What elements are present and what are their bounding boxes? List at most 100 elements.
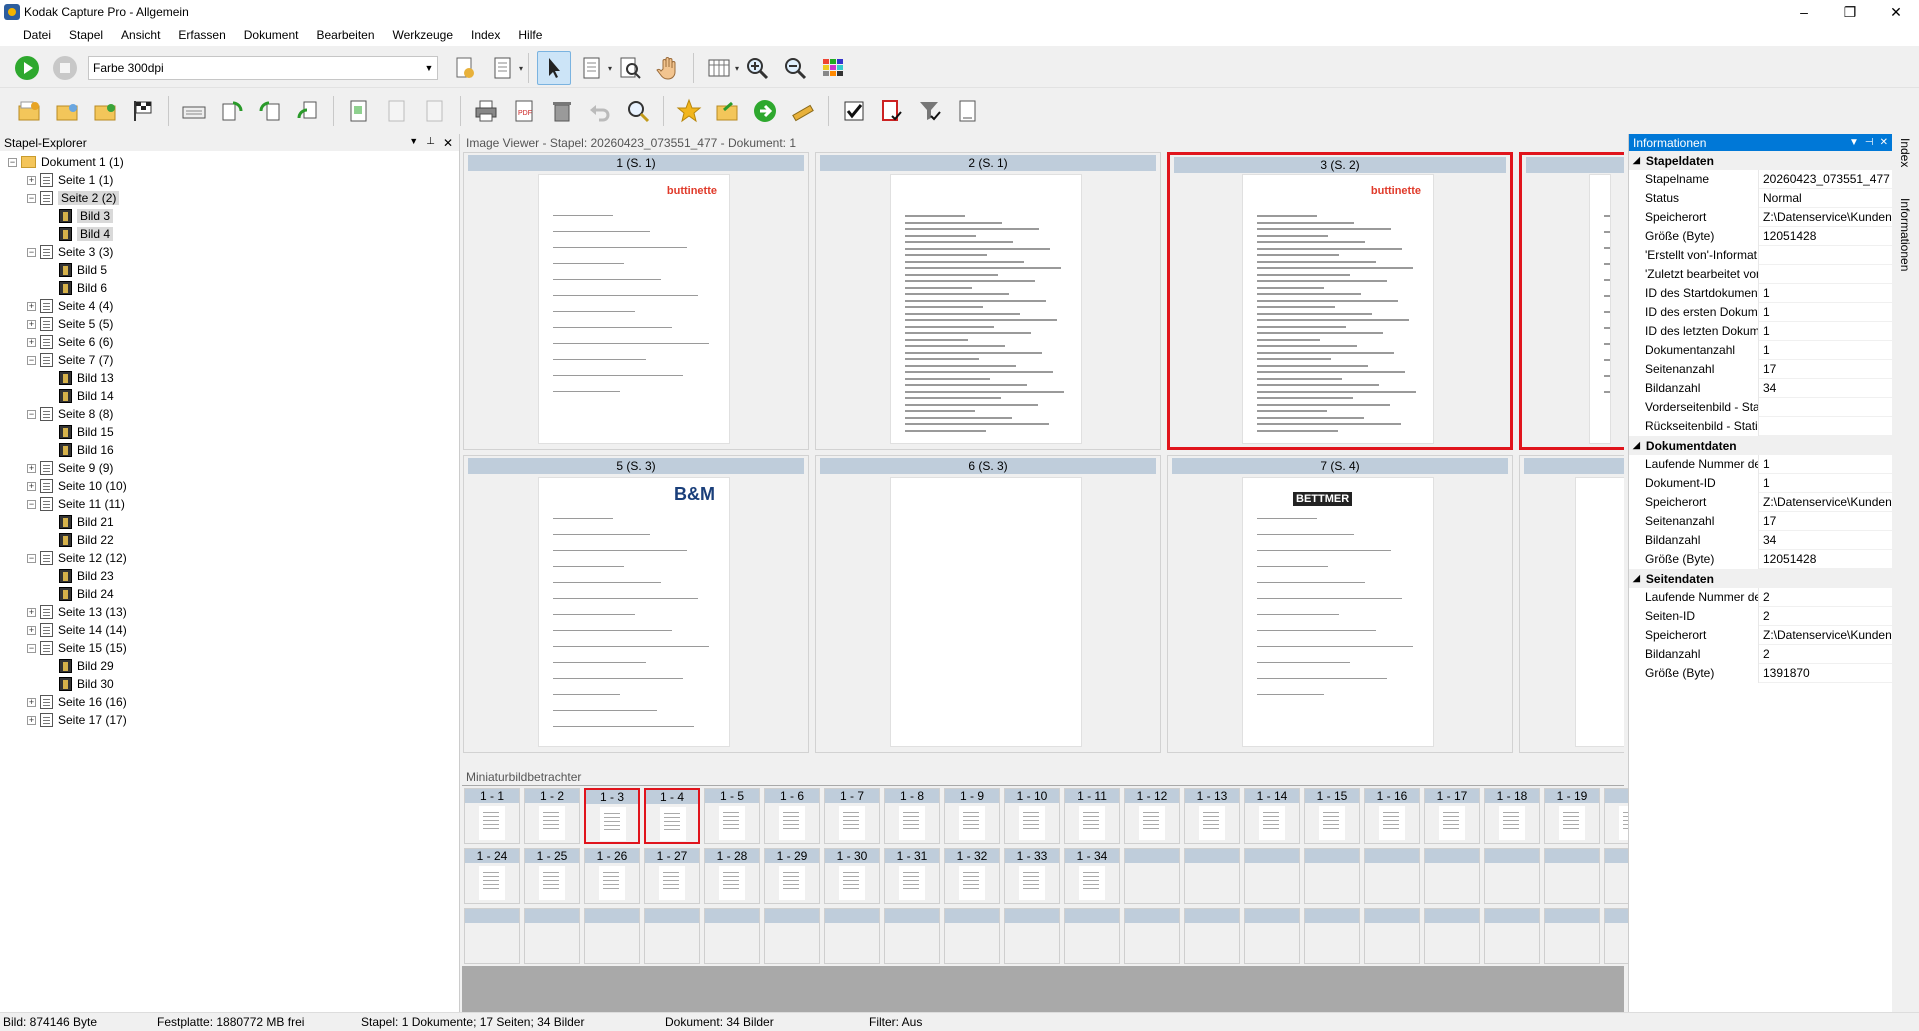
thumbnail-cell[interactable]: 1 - 4 — [644, 788, 700, 844]
panel-close-button[interactable]: ✕ — [443, 136, 453, 150]
tree-node[interactable]: Bild 14 — [0, 387, 459, 405]
export-pdf-button[interactable]: PDF — [507, 94, 541, 128]
rotate-right-button[interactable] — [215, 94, 249, 128]
tree-node[interactable]: Bild 3 — [0, 207, 459, 225]
tab-index[interactable]: Index — [1898, 138, 1912, 167]
thumbnail-cell[interactable]: 1 - 28 — [704, 848, 760, 904]
tree-node[interactable]: + Seite 13 (13) — [0, 603, 459, 621]
property-row[interactable]: Größe (Byte) 12051428 — [1629, 549, 1892, 569]
tree-node[interactable]: Bild 16 — [0, 441, 459, 459]
tree-node[interactable]: Bild 4 — [0, 225, 459, 243]
select-tool-button[interactable] — [537, 50, 571, 85]
property-row[interactable]: Laufende Nummer de 2 — [1629, 587, 1892, 607]
property-row[interactable]: Speicherort Z:\Datenservice\Kunden — [1629, 207, 1892, 227]
thumbnail-cell[interactable]: 1 - 32 — [944, 848, 1000, 904]
menu-index[interactable]: Index — [462, 28, 509, 42]
maximize-button[interactable]: ❐ — [1827, 0, 1873, 24]
document-button[interactable] — [951, 94, 985, 128]
collapse-icon[interactable]: − — [27, 499, 36, 509]
expand-icon[interactable]: + — [27, 301, 36, 311]
expand-icon[interactable]: + — [27, 319, 36, 329]
tree-node[interactable]: Bild 23 — [0, 567, 459, 585]
open-folder-button[interactable] — [710, 94, 744, 128]
filter-check-button[interactable] — [913, 94, 947, 128]
find-button[interactable] — [621, 94, 655, 128]
image-cell[interactable]: 3 (S. 2) buttinette — [1167, 152, 1513, 450]
start-scan-button[interactable] — [10, 51, 44, 85]
collapse-triangle-icon[interactable]: ◢ — [1633, 440, 1640, 451]
menu-werkzeuge[interactable]: Werkzeuge — [384, 28, 462, 42]
annotate-button[interactable] — [786, 94, 820, 128]
thumbnail-cell[interactable]: 1 - 34 — [1064, 848, 1120, 904]
property-row[interactable]: Bildanzahl 2 — [1629, 644, 1892, 664]
mark-button[interactable] — [672, 94, 706, 128]
tree-node[interactable]: + Seite 9 (9) — [0, 459, 459, 477]
zoom-region-button[interactable] — [613, 51, 647, 85]
tree-node[interactable]: + Seite 14 (14) — [0, 621, 459, 639]
image-cell[interactable]: 1 (S. 1) buttinette — [463, 152, 809, 450]
color-palette-button[interactable] — [816, 51, 850, 85]
menu-erfassen[interactable]: Erfassen — [169, 28, 234, 42]
collapse-icon[interactable]: − — [27, 643, 36, 653]
tree-node[interactable]: − Seite 3 (3) — [0, 243, 459, 261]
tree-node[interactable]: + Seite 6 (6) — [0, 333, 459, 351]
property-row[interactable]: Laufende Nummer de 1 — [1629, 454, 1892, 474]
thumbnail-cell[interactable]: 1 - 1 — [464, 788, 520, 844]
tree-node[interactable]: Bild 24 — [0, 585, 459, 603]
collapse-triangle-icon[interactable]: ◢ — [1633, 155, 1640, 166]
dropdown-icon[interactable]: ▼ — [409, 136, 418, 150]
expand-icon[interactable]: + — [27, 481, 36, 491]
delete-button[interactable] — [545, 94, 579, 128]
zoom-out-button[interactable] — [778, 51, 812, 85]
tree-node[interactable]: Bild 22 — [0, 531, 459, 549]
thumbnail-cell[interactable]: 1 - 16 — [1364, 788, 1420, 844]
collapse-icon[interactable]: − — [27, 247, 36, 257]
thumbnail-cell[interactable]: 1 - 31 — [884, 848, 940, 904]
thumbnail-cell[interactable]: 1 - 24 — [464, 848, 520, 904]
new-batch-button[interactable] — [12, 94, 46, 128]
thumbnail-cell[interactable]: 1 - 11 — [1064, 788, 1120, 844]
open-batch-button[interactable] — [50, 94, 84, 128]
thumbnail-cell[interactable]: 1 - 26 — [584, 848, 640, 904]
stop-scan-button[interactable] — [48, 51, 82, 85]
thumbnail-cell[interactable]: 1 - 33 — [1004, 848, 1060, 904]
verify-page-button[interactable] — [875, 94, 909, 128]
tree-node[interactable]: + Seite 17 (17) — [0, 711, 459, 729]
menu-ansicht[interactable]: Ansicht — [112, 28, 169, 42]
thumbnail-cell[interactable]: 1 - 8 — [884, 788, 940, 844]
thumbnail-cell[interactable]: 1 - 10 — [1004, 788, 1060, 844]
tree-node[interactable]: + Seite 10 (10) — [0, 477, 459, 495]
property-row[interactable]: Bildanzahl 34 — [1629, 378, 1892, 398]
tree-node[interactable]: Bild 30 — [0, 675, 459, 693]
expand-icon[interactable]: + — [27, 607, 36, 617]
collapse-icon[interactable]: − — [8, 157, 17, 167]
tree-node[interactable]: Bild 5 — [0, 261, 459, 279]
page-view-button[interactable]: ▾ — [575, 51, 612, 85]
zoom-in-button[interactable] — [740, 51, 774, 85]
expand-icon[interactable]: + — [27, 697, 36, 707]
property-row[interactable]: 'Erstellt von'-Informat — [1629, 245, 1892, 265]
thumbnail-cell[interactable]: 1 - 2 — [524, 788, 580, 844]
image-cell[interactable]: 2 (S. 1) — [815, 152, 1161, 450]
property-row[interactable]: Dokumentanzahl 1 — [1629, 340, 1892, 360]
property-row[interactable]: Seitenanzahl 17 — [1629, 359, 1892, 379]
property-row[interactable]: Speicherort Z:\Datenservice\Kunden — [1629, 625, 1892, 645]
expand-icon[interactable]: + — [27, 175, 36, 185]
page-setup-button[interactable]: ▾ — [486, 51, 523, 85]
thumbnail-cell[interactable]: 1 - 12 — [1124, 788, 1180, 844]
close-icon[interactable]: ✕ — [1880, 137, 1888, 148]
tree-node[interactable]: Bild 21 — [0, 513, 459, 531]
thumbnail-cell[interactable]: 1 - 29 — [764, 848, 820, 904]
menu-hilfe[interactable]: Hilfe — [509, 28, 551, 42]
pin-icon[interactable]: ⊣ — [1865, 137, 1874, 148]
image-cell[interactable]: 6 (S. 3) — [815, 455, 1161, 753]
property-row[interactable]: ID des Startdokument 1 — [1629, 283, 1892, 303]
tree-node[interactable]: + Seite 4 (4) — [0, 297, 459, 315]
image-cell[interactable] — [1519, 455, 1624, 753]
property-category[interactable]: ◢ Stapeldaten — [1629, 151, 1892, 170]
tree-node[interactable]: Bild 15 — [0, 423, 459, 441]
thumbnail-cell[interactable]: 1 - 6 — [764, 788, 820, 844]
close-window-button[interactable]: ✕ — [1873, 0, 1919, 24]
property-row[interactable]: Rückseitenbild - Statis — [1629, 416, 1892, 436]
property-row[interactable]: Größe (Byte) 1391870 — [1629, 663, 1892, 683]
